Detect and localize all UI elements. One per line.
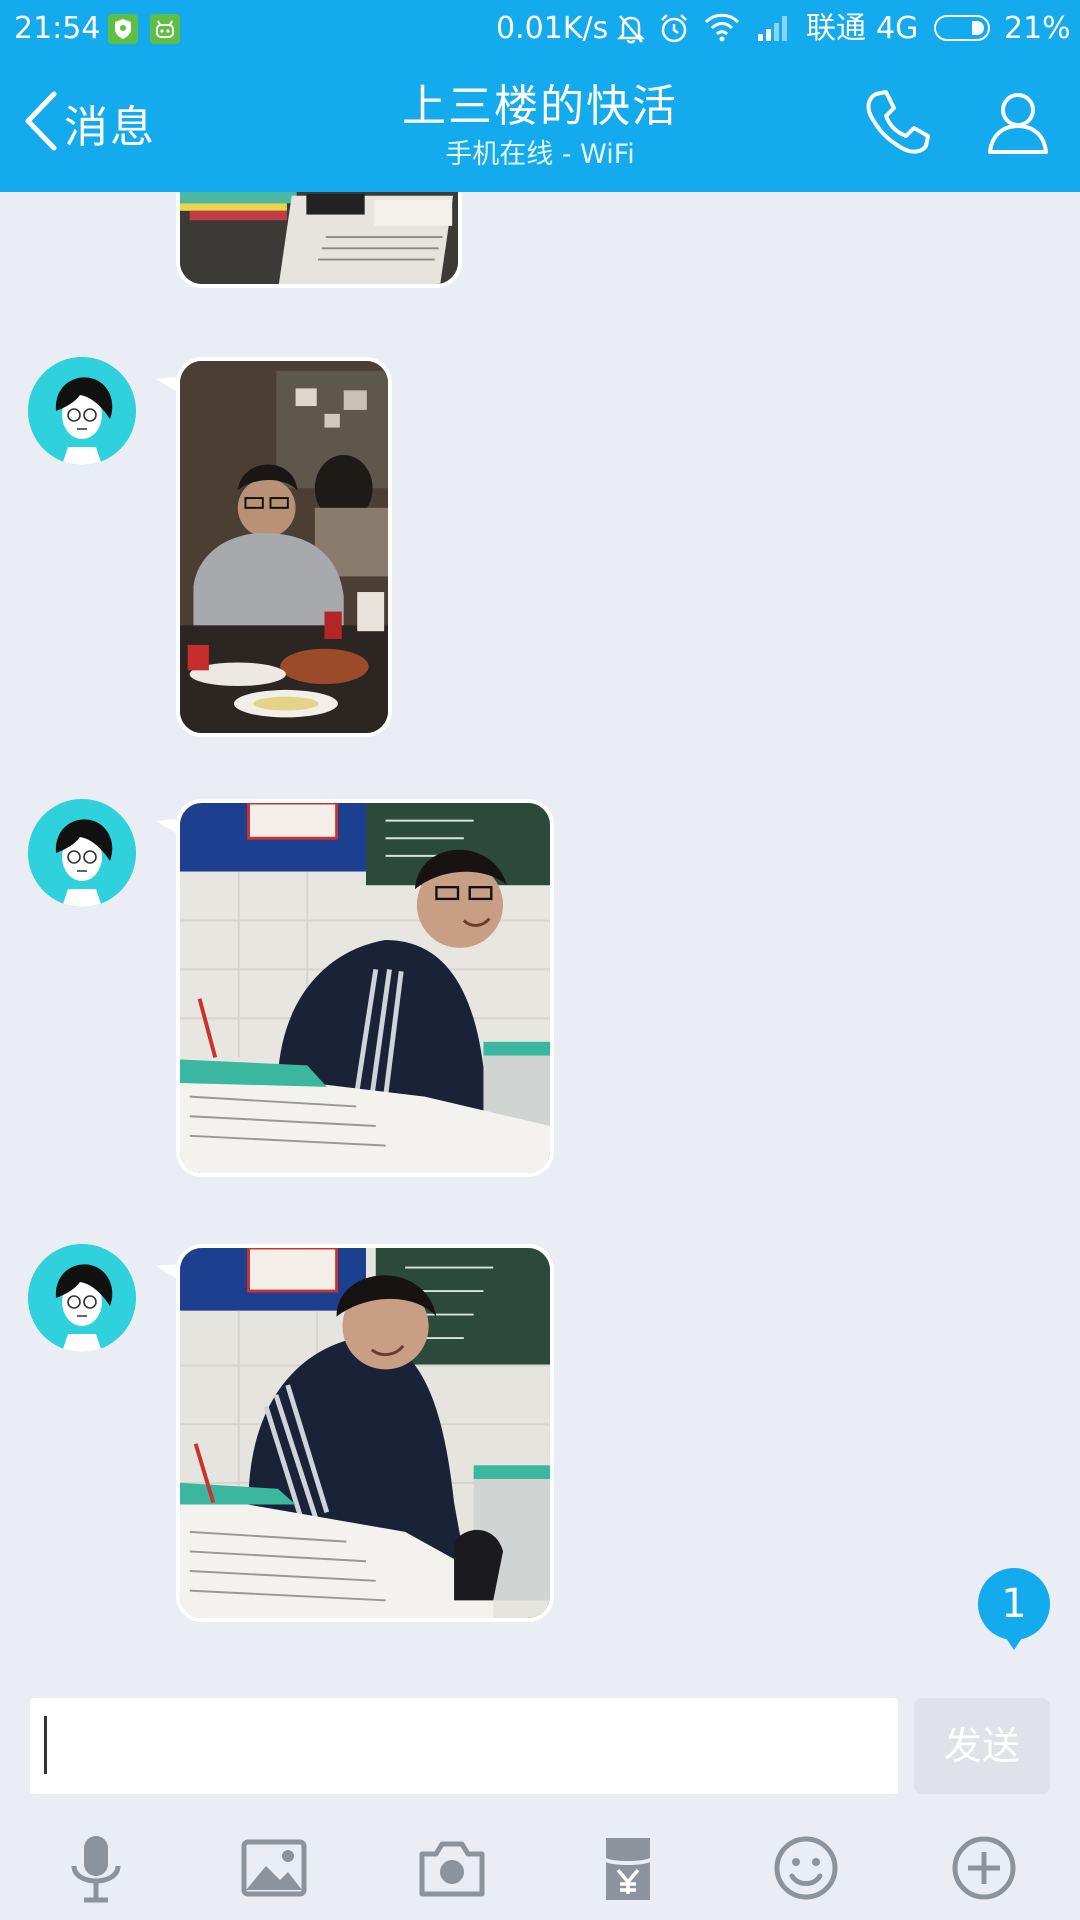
microphone-icon <box>58 1836 134 1910</box>
composer: 发送 <box>0 1682 1080 1920</box>
net-speed: 0.01K/s <box>496 11 609 46</box>
text-cursor <box>44 1716 47 1774</box>
wifi-icon <box>704 12 740 46</box>
camera-button[interactable] <box>414 1830 490 1906</box>
message-photo <box>180 361 388 733</box>
message-row <box>0 192 1080 292</box>
profile-button[interactable] <box>982 86 1054 158</box>
network-type: 4G <box>876 11 919 46</box>
image-message[interactable] <box>176 1244 554 1622</box>
emoji-icon <box>768 1836 844 1910</box>
more-button[interactable] <box>946 1830 1022 1906</box>
shield-app-icon <box>108 14 138 44</box>
signal-icon <box>756 14 792 46</box>
carrier: 联通 <box>806 11 866 46</box>
chat-title: 上三楼的快活 <box>402 81 678 132</box>
top-bar: 21:54 0.01K/s 联通 4G 21% 消息 上三楼的快活 手机在线 -… <box>0 0 1080 192</box>
image-message[interactable] <box>176 192 462 288</box>
message-input[interactable] <box>30 1698 898 1794</box>
chat-subtitle: 手机在线 - WiFi <box>445 139 635 170</box>
back-button[interactable]: 消息 <box>22 90 182 156</box>
chevron-left-icon <box>22 90 58 156</box>
red-packet-icon <box>590 1838 666 1910</box>
bubble-tail <box>156 377 176 391</box>
message-row <box>0 1244 1080 1622</box>
image-message[interactable] <box>176 357 392 737</box>
status-bar: 21:54 0.01K/s 联通 4G 21% <box>0 0 1080 58</box>
bubble-tail <box>156 819 176 833</box>
message-row <box>0 357 1080 737</box>
phone-icon <box>862 90 934 162</box>
contact-avatar[interactable] <box>28 1244 136 1352</box>
message-photo <box>180 1248 550 1618</box>
red-packet-button[interactable] <box>590 1830 666 1906</box>
message-photo <box>180 192 458 284</box>
robot-app-icon <box>150 14 180 44</box>
back-label: 消息 <box>64 102 156 153</box>
contact-avatar[interactable] <box>28 357 136 465</box>
battery-percent: 21% <box>1004 11 1071 46</box>
message-list[interactable] <box>0 192 1080 1682</box>
voice-button[interactable] <box>58 1830 134 1906</box>
image-message[interactable] <box>176 799 554 1177</box>
contact-avatar[interactable] <box>28 799 136 907</box>
image-button[interactable] <box>236 1830 312 1906</box>
camera-icon <box>414 1841 490 1910</box>
alarm-icon <box>658 12 690 48</box>
message-row <box>0 799 1080 1177</box>
battery-icon <box>934 15 990 41</box>
bubble-tail <box>156 1264 176 1278</box>
status-time: 21:54 <box>14 11 101 46</box>
send-button[interactable]: 发送 <box>914 1698 1050 1794</box>
plus-icon <box>946 1836 1022 1910</box>
emoji-button[interactable] <box>768 1830 844 1906</box>
image-icon <box>236 1839 312 1910</box>
mute-bell-icon <box>616 12 646 48</box>
profile-icon <box>982 93 1054 162</box>
call-button[interactable] <box>862 86 934 158</box>
message-photo <box>180 803 550 1173</box>
unread-count-badge[interactable]: 1 <box>978 1568 1050 1650</box>
